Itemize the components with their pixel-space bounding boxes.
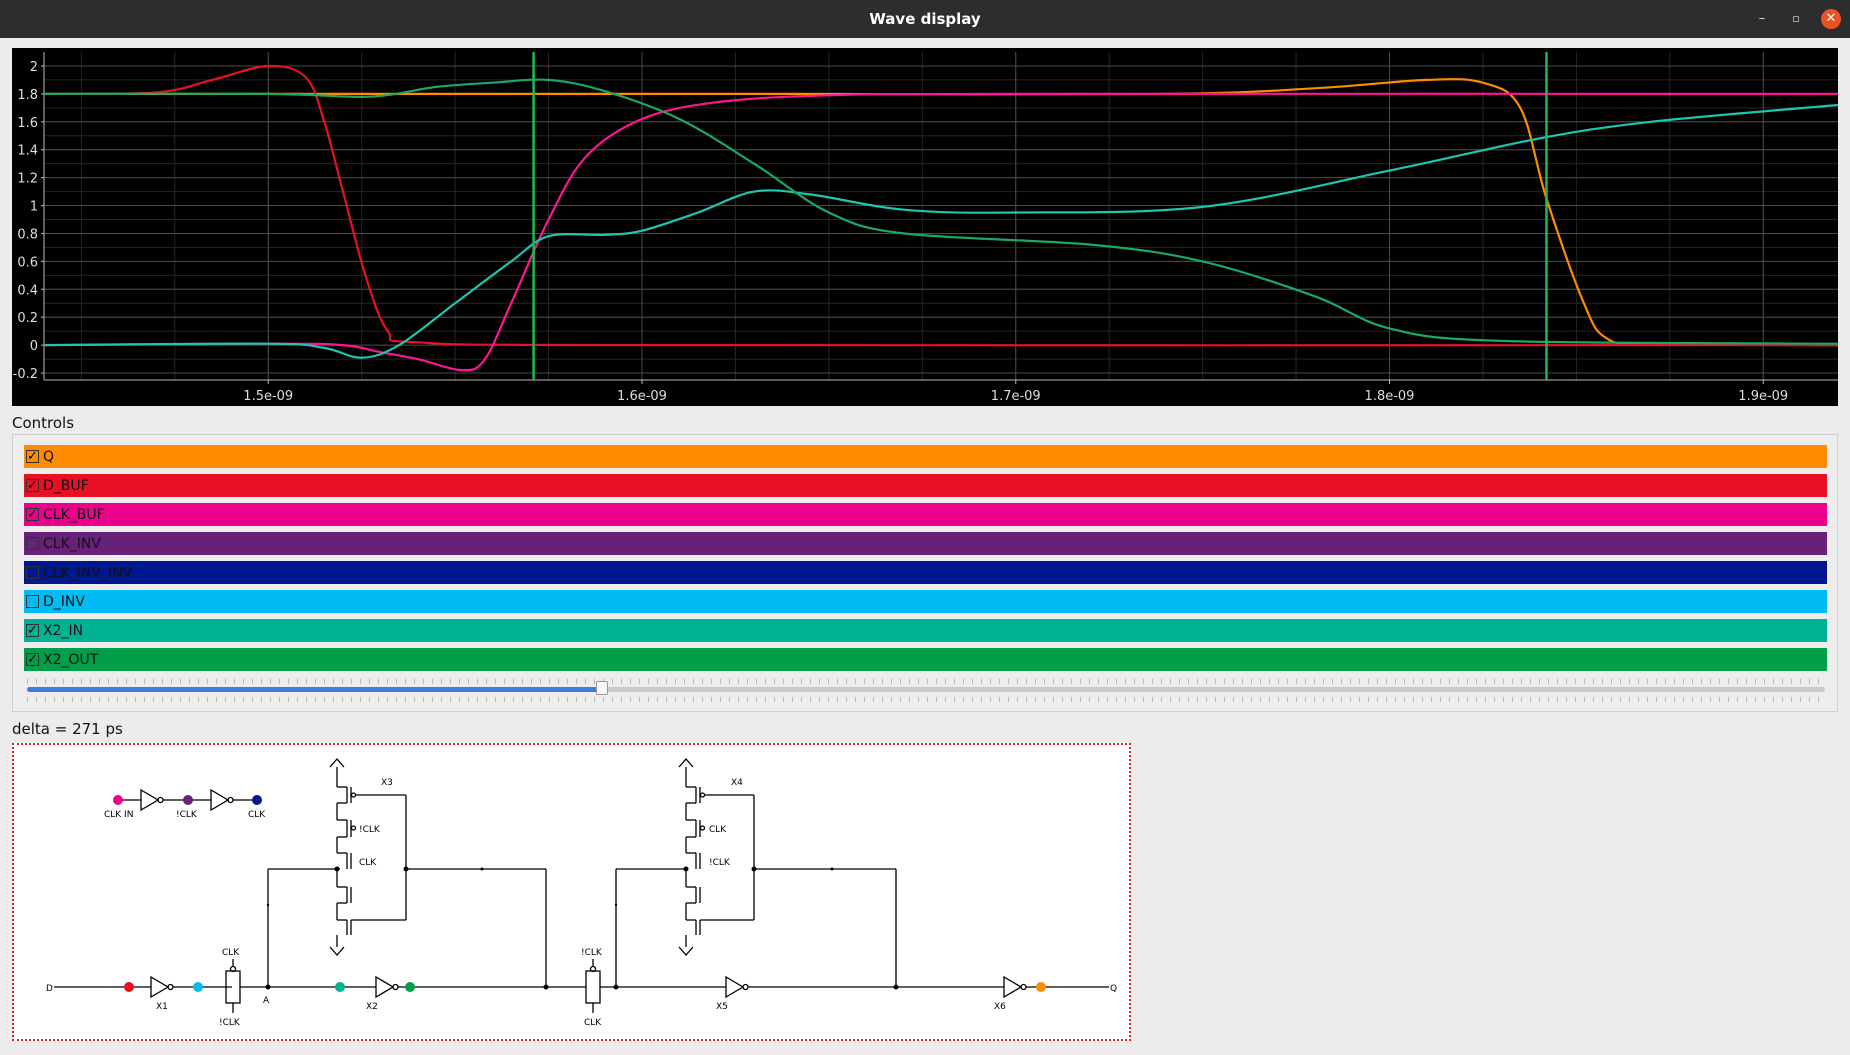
x-tick-label: 1.7e-09 <box>991 389 1041 404</box>
signal-checkbox[interactable] <box>26 537 39 550</box>
probe-clk-buf <box>113 795 123 805</box>
signal-row-clk-inv-inv[interactable]: CLK_INV_INV <box>24 561 1827 584</box>
signal-checkbox[interactable] <box>26 595 39 608</box>
label-x3-nclk: !CLK <box>359 825 381 835</box>
slider-ticks-top <box>27 679 1825 685</box>
probe-x2-in <box>335 982 345 992</box>
y-tick-label: 0 <box>30 339 38 354</box>
label-x1: X1 <box>156 1002 168 1012</box>
label-d: D <box>46 984 53 994</box>
signal-checkbox[interactable] <box>26 566 39 579</box>
label-clk-in: CLK IN <box>104 810 133 820</box>
inverter-symbol <box>210 788 230 812</box>
inverter-symbol <box>140 788 160 812</box>
circuit-schematic: CLK IN !CLK CLK D Q A X1 X2 X3 X4 X5 X6 … <box>12 743 1131 1041</box>
label-tg1-bottom: !CLK <box>219 1018 241 1028</box>
series-line-x2-in <box>43 103 1838 359</box>
signal-label: X2_IN <box>43 622 84 639</box>
probe-clk-inv <box>183 795 193 805</box>
signal-label: Q <box>43 448 55 465</box>
signal-row-clk-buf[interactable]: ✓ CLK_BUF <box>24 503 1827 526</box>
y-tick-label: 1 <box>30 200 38 215</box>
signal-checkbox[interactable]: ✓ <box>26 508 39 521</box>
signal-row-x2-in[interactable]: ✓ X2_IN <box>24 619 1827 642</box>
label-x4: X4 <box>731 778 743 788</box>
x-tick-label: 1.6e-09 <box>617 389 667 404</box>
maximize-button[interactable]: ▫ <box>1786 9 1806 29</box>
window-title: Wave display <box>869 10 981 28</box>
waveform-plot[interactable]: 2 1.8 1.6 1.4 1.2 1 0.8 0.6 0.4 0.2 0 -0.2 1.5e-09 1.… <box>12 48 1838 406</box>
schematic-drawing: CLK IN !CLK CLK D Q A X1 X2 X3 X4 X5 X6 … <box>46 758 1117 1028</box>
signal-label: CLK_INV_INV <box>43 564 133 581</box>
x-tick-label: 1.5e-09 <box>243 389 293 404</box>
window-titlebar: Wave display – ▫ ✕ <box>0 0 1850 38</box>
slider-ticks-bottom <box>27 697 1825 703</box>
signal-row-q[interactable]: ✓ Q <box>24 445 1827 468</box>
signal-checkbox[interactable]: ✓ <box>26 624 39 637</box>
series-line-clk-buf <box>43 92 1838 372</box>
label-x2: X2 <box>366 1002 378 1012</box>
signal-row-d-inv[interactable]: D_INV <box>24 590 1827 613</box>
controls-title: Controls <box>12 414 75 432</box>
label-q: Q <box>1110 984 1117 994</box>
label-x3-clk: CLK <box>359 858 377 868</box>
time-slider-handle[interactable] <box>596 681 609 695</box>
probe-d-inv <box>193 982 203 992</box>
signal-checkbox[interactable]: ✓ <box>26 653 39 666</box>
signal-label: CLK_BUF <box>43 506 105 523</box>
delta-readout: delta = 271 ps <box>12 720 123 738</box>
probe-x2-out <box>405 982 415 992</box>
signal-checkbox[interactable]: ✓ <box>26 450 39 463</box>
label-x6: X6 <box>994 1002 1006 1012</box>
label-x4-nclk: !CLK <box>709 858 731 868</box>
signal-label: D_INV <box>43 593 85 610</box>
minimize-button[interactable]: – <box>1752 9 1772 29</box>
label-x4-clk: CLK <box>709 825 727 835</box>
y-tick-label: 1.2 <box>17 172 38 187</box>
y-tick-label: 0.4 <box>17 283 38 298</box>
time-slider-track[interactable] <box>27 687 1825 692</box>
label-x3: X3 <box>381 778 393 788</box>
x-tick-label: 1.9e-09 <box>1738 389 1788 404</box>
signal-row-clk-inv[interactable]: CLK_INV <box>24 532 1827 555</box>
signal-checkbox[interactable]: ✓ <box>26 479 39 492</box>
controls-panel: ✓ Q ✓ D_BUF ✓ CLK_BUF CLK_INV CLK_INV_INV D_INV ✓… <box>12 434 1838 712</box>
y-tick-label: -0.2 <box>13 367 38 382</box>
signal-label: D_BUF <box>43 477 89 494</box>
probe-d-buf <box>124 982 134 992</box>
probe-q <box>1036 982 1046 992</box>
label-tg2-bottom: CLK <box>584 1018 602 1028</box>
waveform-chart: 2 1.8 1.6 1.4 1.2 1 0.8 0.6 0.4 0.2 0 -0.2 1.5e-09 1.… <box>13 52 1838 404</box>
label-nclk: !CLK <box>176 810 198 820</box>
signal-label: X2_OUT <box>43 651 99 668</box>
y-tick-label: 2 <box>30 60 38 75</box>
y-tick-label: 0.8 <box>17 227 38 242</box>
time-slider-fill <box>27 687 603 692</box>
label-tg1-top: CLK <box>222 948 240 958</box>
label-tg2-top: !CLK <box>581 948 603 958</box>
label-a: A <box>263 996 270 1006</box>
y-tick-label: 1.6 <box>17 116 38 131</box>
y-tick-label: 0.6 <box>17 255 38 270</box>
y-tick-label: 1.4 <box>17 144 38 159</box>
y-tick-label: 0.2 <box>17 311 38 326</box>
y-tick-label: 1.8 <box>17 88 38 103</box>
signal-row-x2-out[interactable]: ✓ X2_OUT <box>24 648 1827 671</box>
label-clk: CLK <box>248 810 266 820</box>
probe-clk-inv-inv <box>252 795 262 805</box>
x-tick-label: 1.8e-09 <box>1365 389 1415 404</box>
signal-row-d-buf[interactable]: ✓ D_BUF <box>24 474 1827 497</box>
label-x5: X5 <box>716 1002 728 1012</box>
close-button[interactable]: ✕ <box>1821 9 1841 29</box>
signal-label: CLK_INV <box>43 535 101 552</box>
